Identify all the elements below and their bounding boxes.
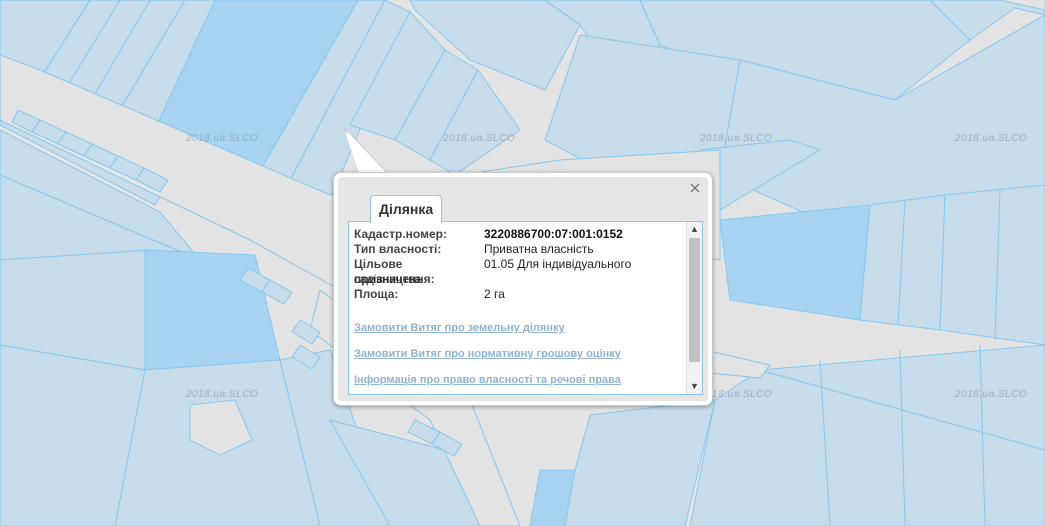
field-value: 01.05 Для індивідуального садівництва [354, 257, 632, 286]
parcel[interactable] [859, 194, 946, 331]
field-area: Площа: 2 га [354, 287, 684, 302]
scroll-up-icon[interactable]: ▲ [687, 222, 702, 237]
ownership-rights-info-link[interactable]: Інформація про право власності та речові… [354, 374, 684, 386]
popup-scrollbar[interactable]: ▲ ▼ [686, 222, 702, 394]
order-land-extract-link[interactable]: Замовити Витяг про земельну ділянку [354, 322, 684, 334]
field-value: Приватна власність [484, 242, 594, 256]
watermark: 2018.ua.SLCO [186, 133, 259, 144]
field-label: Тип власності: [354, 242, 442, 256]
watermark: 2018.ua.SLCO [700, 133, 773, 144]
popup-content: Кадастр.номер: 3220886700:07:001:0152 Ти… [348, 221, 703, 395]
tab-parcel[interactable]: Ділянка [370, 195, 443, 223]
field-value: 3220886700:07:001:0152 [484, 227, 623, 241]
field-purpose: Цільове призначення: 01.05 Для індивідуа… [354, 257, 684, 287]
scroll-thumb[interactable] [689, 238, 700, 362]
field-cadastral-number: Кадастр.номер: 3220886700:07:001:0152 [354, 227, 684, 242]
field-label: Кадастр.номер: [354, 227, 447, 241]
parcel[interactable] [939, 184, 1045, 346]
close-icon[interactable]: × [688, 180, 702, 196]
watermark: 2018.ua.SLCO [955, 133, 1028, 144]
watermark: 2018.ua.SLCO [955, 389, 1028, 400]
popup-body: × Ділянка Кадастр.номер: 3220886700:07:0… [338, 177, 708, 401]
parcel-info-popup: × Ділянка Кадастр.номер: 3220886700:07:0… [333, 172, 713, 406]
watermark: 2018.ua.SLCO [443, 133, 516, 144]
field-value: 2 га [484, 287, 505, 301]
watermark: 2018.ua.SLCO [186, 389, 259, 400]
field-label: Площа: [354, 287, 399, 301]
scroll-down-icon[interactable]: ▼ [687, 379, 702, 394]
popup-content-scroll: Кадастр.номер: 3220886700:07:001:0152 Ти… [354, 227, 684, 394]
order-valuation-extract-link[interactable]: Замовити Витяг про нормативну грошову оц… [354, 348, 684, 360]
field-ownership-type: Тип власності: Приватна власність [354, 242, 684, 257]
